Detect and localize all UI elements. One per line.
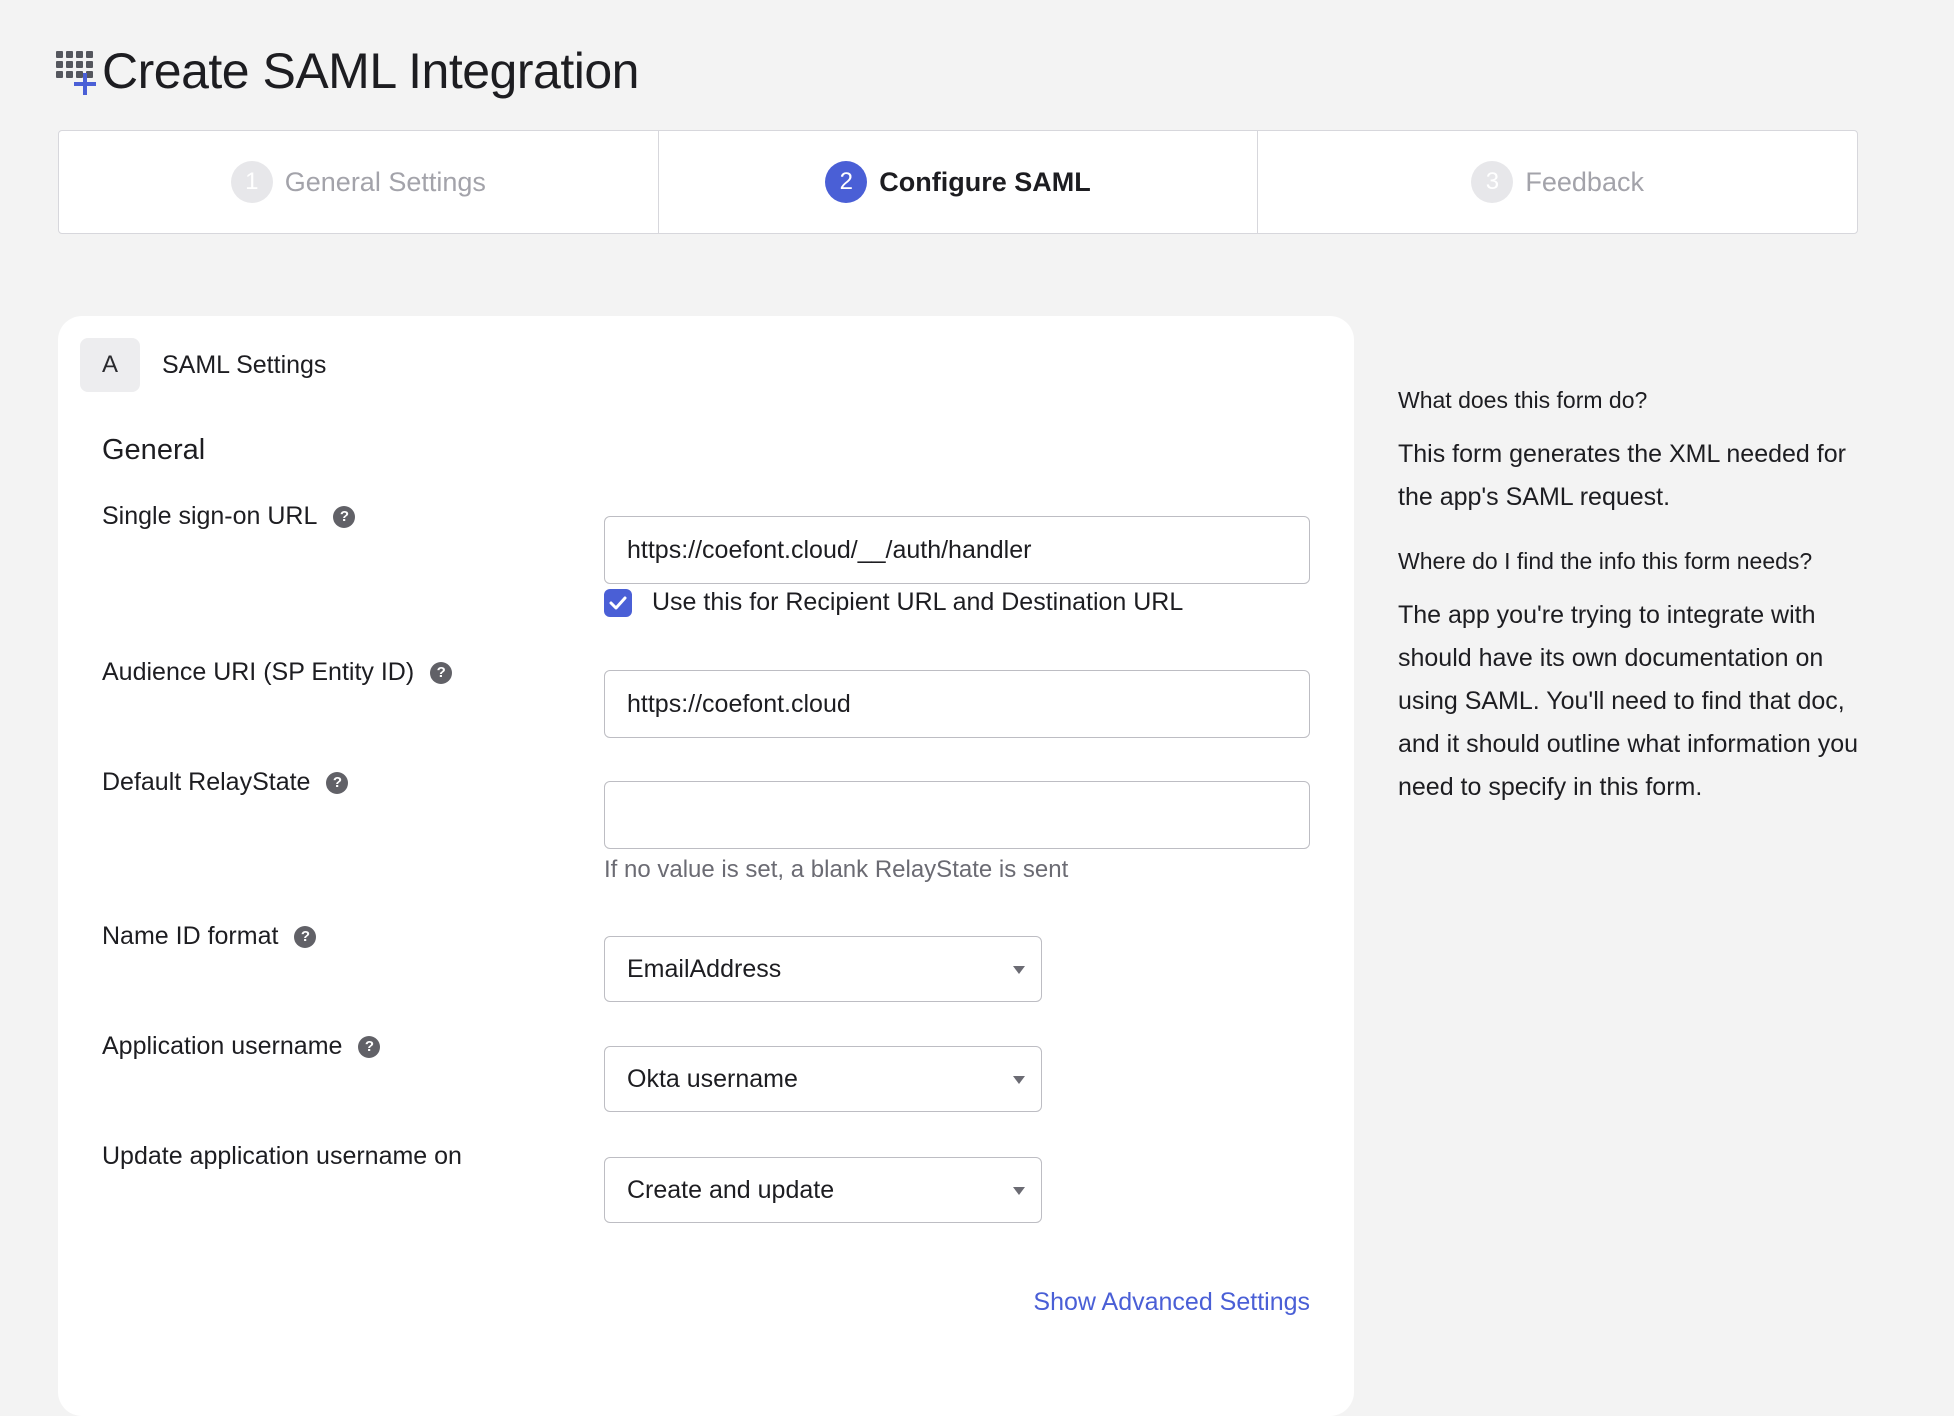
step-label: Feedback xyxy=(1525,166,1644,197)
section-badge: A xyxy=(80,338,140,392)
update-username-on-label: Update application username on xyxy=(102,1142,462,1170)
section-title: SAML Settings xyxy=(162,350,327,379)
help-answer-2: The app you're trying to integrate with … xyxy=(1398,601,1859,801)
recipient-url-checkbox-row[interactable]: Use this for Recipient URL and Destinati… xyxy=(604,588,1183,617)
section-header: A SAML Settings xyxy=(80,338,326,392)
help-panel: What does this form do? This form genera… xyxy=(1398,384,1878,835)
recipient-url-checkbox[interactable] xyxy=(604,588,632,617)
audience-uri-input[interactable] xyxy=(604,670,1310,738)
step-number: 1 xyxy=(230,161,273,203)
step-feedback[interactable]: 3 Feedback xyxy=(1258,131,1857,233)
show-advanced-settings-link[interactable]: Show Advanced Settings xyxy=(1033,1288,1310,1317)
step-general-settings[interactable]: 1 General Settings xyxy=(59,131,659,233)
step-number: 3 xyxy=(1471,161,1514,203)
question-circle-icon[interactable]: ? xyxy=(430,661,453,684)
question-circle-icon[interactable]: ? xyxy=(358,1035,381,1058)
sso-url-input[interactable] xyxy=(604,516,1310,584)
page-title: Create SAML Integration xyxy=(102,43,639,99)
step-label: Configure SAML xyxy=(879,166,1091,197)
sso-url-label: Single sign-on URL ? xyxy=(102,502,356,531)
update-username-on-select[interactable]: Create and update xyxy=(604,1157,1042,1223)
wizard-stepper: 1 General Settings 2 Configure SAML 3 Fe… xyxy=(58,130,1858,234)
name-id-format-select[interactable]: EmailAddress xyxy=(604,936,1042,1002)
help-question-1: What does this form do? xyxy=(1398,387,1648,413)
relay-state-input[interactable] xyxy=(604,781,1310,849)
step-label: General Settings xyxy=(284,166,486,197)
help-answer-1: This form generates the XML needed for t… xyxy=(1398,440,1846,511)
caret-down-icon xyxy=(1013,1076,1025,1084)
question-circle-icon[interactable]: ? xyxy=(326,771,349,794)
page-header: Create SAML Integration xyxy=(56,36,639,106)
app-username-value: Okta username xyxy=(627,1064,798,1093)
recipient-url-checkbox-label: Use this for Recipient URL and Destinati… xyxy=(652,588,1184,616)
name-id-format-value: EmailAddress xyxy=(627,954,782,983)
question-circle-icon[interactable]: ? xyxy=(333,505,356,528)
group-title: General xyxy=(102,434,206,466)
name-id-format-label: Name ID format ? xyxy=(102,922,317,951)
app-username-label: Application username ? xyxy=(102,1032,381,1061)
help-question-2: Where do I find the info this form needs… xyxy=(1398,548,1813,574)
app-add-icon xyxy=(56,49,96,95)
check-icon xyxy=(609,596,627,609)
caret-down-icon xyxy=(1013,1187,1025,1195)
relay-state-label: Default RelayState ? xyxy=(102,768,349,797)
step-configure-saml[interactable]: 2 Configure SAML xyxy=(659,131,1259,233)
step-number: 2 xyxy=(825,161,868,203)
relay-state-hint: If no value is set, a blank RelayState i… xyxy=(604,856,1069,883)
update-username-on-value: Create and update xyxy=(627,1175,835,1204)
app-username-select[interactable]: Okta username xyxy=(604,1046,1042,1112)
saml-settings-card: A SAML Settings General Single sign-on U… xyxy=(58,316,1354,1416)
audience-uri-label: Audience URI (SP Entity ID) ? xyxy=(102,658,453,687)
caret-down-icon xyxy=(1013,966,1025,974)
question-circle-icon[interactable]: ? xyxy=(294,925,317,948)
